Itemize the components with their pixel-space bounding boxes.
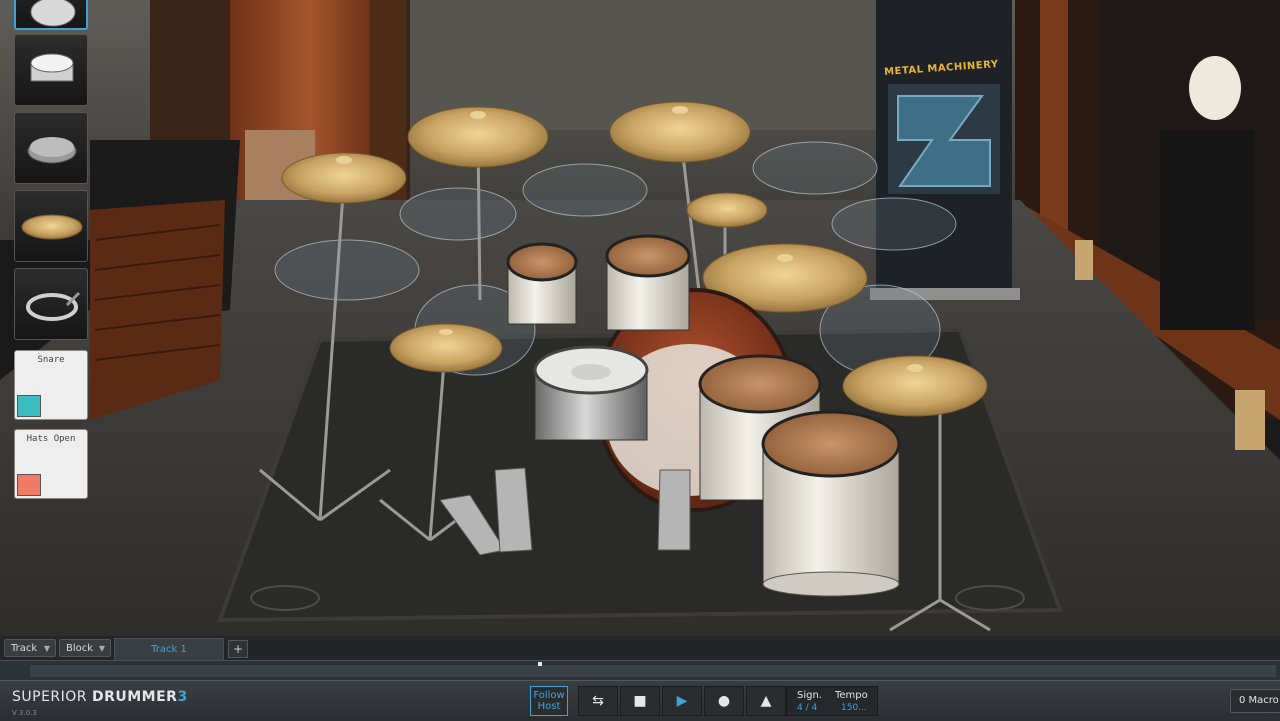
- cymbal-icon: [21, 214, 83, 240]
- playhead-marker[interactable]: [538, 662, 542, 666]
- signature-value[interactable]: 4 / 4: [797, 703, 817, 713]
- song-timeline[interactable]: [0, 660, 1280, 681]
- thumb-bass-drum[interactable]: [14, 0, 88, 30]
- thumb-practice-pad[interactable]: [14, 112, 88, 184]
- metronome-button[interactable]: ▲: [746, 686, 786, 716]
- play-button[interactable]: ▶: [662, 686, 702, 716]
- record-icon: ●: [717, 693, 731, 709]
- pad-label: Hats Open: [26, 434, 76, 444]
- transport-bar: SUPERIOR DRUMMER3 V 3.0.3 Follow Host ⇆ …: [0, 680, 1280, 721]
- chevron-down-icon: ▼: [98, 644, 105, 653]
- block-menu-button[interactable]: Block ▼: [59, 639, 111, 657]
- tempo-value[interactable]: 150...: [841, 703, 867, 713]
- app-logo: SUPERIOR DRUMMER3: [12, 689, 188, 705]
- tambourine-icon: [26, 291, 81, 321]
- stop-icon: ■: [633, 693, 647, 709]
- logo-secondary: DRUMMER: [91, 689, 178, 705]
- practice-pad-icon: [27, 137, 77, 164]
- follow-host-line2: Host: [537, 701, 561, 712]
- snare-drum-icon: [30, 53, 74, 82]
- chevron-down-icon: ▼: [43, 644, 50, 653]
- app-version: V 3.0.3: [12, 709, 37, 717]
- stop-button[interactable]: ■: [620, 686, 660, 716]
- follow-host-line1: Follow: [533, 690, 565, 701]
- signature-tempo-display[interactable]: Sign. 4 / 4 Tempo 150...: [786, 686, 878, 716]
- thumb-snare-drum[interactable]: [14, 34, 88, 106]
- track-menu-button[interactable]: Track ▼: [4, 639, 56, 657]
- pad-hats-open[interactable]: Hats Open: [14, 429, 88, 499]
- tab-track-1[interactable]: Track 1: [114, 638, 224, 660]
- macro-button[interactable]: 0 Macro: [1230, 689, 1280, 713]
- loop-icon: ⇆: [592, 693, 604, 709]
- signature-label: Sign.: [797, 690, 822, 701]
- follow-host-button[interactable]: Follow Host: [530, 686, 568, 716]
- thumb-cymbal[interactable]: [14, 190, 88, 262]
- track-menu-label: Track: [11, 643, 38, 654]
- pad-color-swatch: [17, 474, 41, 496]
- record-button[interactable]: ●: [704, 686, 744, 716]
- thumb-tambourine[interactable]: [14, 268, 88, 340]
- logo-primary: SUPERIOR: [12, 689, 88, 705]
- tempo-label: Tempo: [835, 690, 868, 701]
- block-menu-label: Block: [66, 643, 94, 654]
- logo-version-digit: 3: [177, 689, 188, 705]
- add-track-button[interactable]: +: [228, 640, 248, 658]
- track-tab-bar: Track ▼ Block ▼ Track 1 +: [0, 636, 1280, 660]
- pad-color-swatch: [17, 395, 41, 417]
- drum-room-view[interactable]: Snare Hats Open METAL MACHINERY: [0, 0, 1280, 636]
- timeline-ruler[interactable]: [30, 665, 1276, 677]
- pad-snare[interactable]: Snare: [14, 350, 88, 420]
- pad-label: Snare: [37, 355, 65, 365]
- metronome-icon: ▲: [760, 693, 772, 709]
- play-icon: ▶: [676, 693, 688, 709]
- loop-button[interactable]: ⇆: [578, 686, 618, 716]
- bass-drum-icon: [30, 0, 76, 27]
